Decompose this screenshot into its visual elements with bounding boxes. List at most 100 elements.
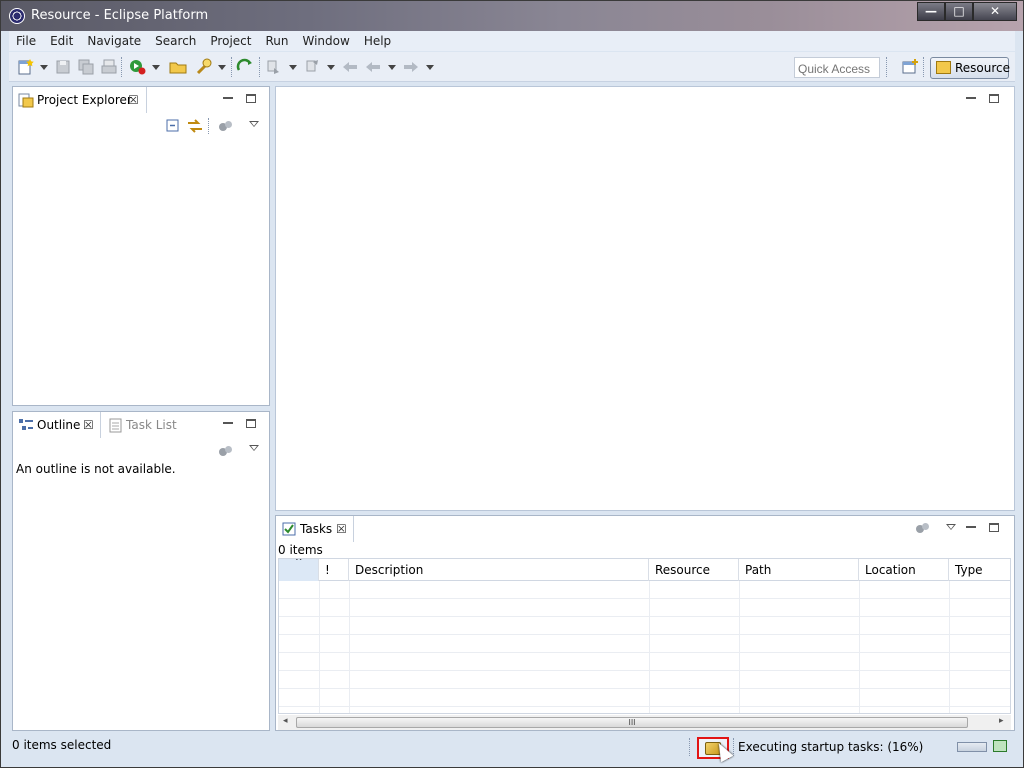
column-header-path[interactable]: Path [739,559,859,581]
table-row[interactable] [279,599,1010,617]
close-icon[interactable]: ☒ [128,93,139,107]
main-toolbar: Resource [9,52,1015,82]
column-divider [319,581,320,713]
table-row[interactable] [279,617,1010,635]
view-menu-icon[interactable] [249,121,259,127]
back-dropdown-icon[interactable] [388,65,396,70]
column-header-priority[interactable]: ! [319,559,349,581]
editor-minimize-icon[interactable] [966,97,976,99]
scroll-left-icon[interactable]: ◂ [283,716,288,726]
menu-window[interactable]: Window [295,34,356,48]
status-separator [689,738,690,756]
progress-bar[interactable] [957,742,987,752]
column-divider [649,581,650,713]
tab-tasks[interactable]: Tasks ☒ [276,516,354,542]
view-menu-icon[interactable] [946,524,956,530]
column-header-description[interactable]: Description [349,559,649,581]
tab-outline[interactable]: Outline ☒ [13,412,101,438]
last-edit-icon[interactable] [341,58,359,76]
background-tasks-icon[interactable] [993,740,1007,752]
link-editor-icon[interactable] [186,117,204,135]
close-window-button[interactable]: ✕ [973,2,1017,21]
column-header-resource[interactable]: Resource [649,559,739,581]
open-perspective-icon[interactable] [901,58,919,76]
refresh-icon[interactable] [236,58,254,76]
print-icon[interactable] [100,58,118,76]
maximize-window-button[interactable]: □ [945,2,973,21]
view-menu-icon[interactable] [249,445,259,451]
column-header-type[interactable]: Type [949,559,1010,581]
maximize-icon[interactable] [246,419,256,428]
new-dropdown-icon[interactable] [40,65,48,70]
table-row[interactable] [279,689,1010,707]
next-annotation-dropdown-icon[interactable] [289,65,297,70]
gears-icon[interactable] [219,446,233,458]
save-all-icon[interactable] [77,58,95,76]
run-icon[interactable] [129,58,147,76]
window-controls: — □ ✕ [917,2,1017,22]
column-divider [859,581,860,713]
eclipse-window: Resource - Eclipse Platform — □ ✕ File E… [0,0,1024,768]
open-icon[interactable] [169,58,187,76]
tasks-tab-label: Tasks [300,522,333,536]
outline-panel: Outline ☒ Task List An outline is not av… [12,411,270,731]
prev-annotation-dropdown-icon[interactable] [327,65,335,70]
project-explorer-icon [18,93,34,108]
table-row[interactable] [279,635,1010,653]
new-icon[interactable] [17,58,35,76]
menu-navigate[interactable]: Navigate [80,34,148,48]
close-icon[interactable]: ☒ [83,418,94,432]
table-row[interactable] [279,581,1010,599]
tasks-horizontal-scrollbar[interactable]: ◂ III ▸ [278,715,1011,730]
search-icon[interactable] [195,58,213,76]
resource-perspective-icon [936,61,951,74]
tab-task-list[interactable]: Task List [105,412,195,438]
table-row[interactable] [279,653,1010,671]
resource-perspective-button[interactable]: Resource [930,57,1010,79]
column-header-completed[interactable]: ^ [279,559,319,581]
column-divider [349,581,350,713]
scroll-right-icon[interactable]: ▸ [999,716,1004,726]
minimize-icon[interactable] [223,97,233,99]
back-icon[interactable] [364,58,382,76]
close-icon[interactable]: ☒ [336,522,347,536]
task-list-tab-label: Task List [126,418,177,432]
forward-dropdown-icon[interactable] [426,65,434,70]
editor-area[interactable] [275,86,1015,511]
scrollbar-thumb[interactable]: III [296,717,968,728]
quick-access-input[interactable] [794,57,880,78]
maximize-icon[interactable] [989,523,999,532]
forward-icon[interactable] [402,58,420,76]
menu-file[interactable]: File [9,34,43,48]
app-icon[interactable] [9,8,25,24]
maximize-icon[interactable] [246,94,256,103]
toolbar-separator [886,57,887,77]
collapse-all-icon[interactable] [165,118,181,134]
tasks-count: 0 items [278,543,323,557]
title-bar[interactable]: Resource - Eclipse Platform — □ ✕ [1,1,1023,31]
search-dropdown-icon[interactable] [218,65,226,70]
menu-run[interactable]: Run [258,34,295,48]
tab-project-explorer[interactable]: Project Explorer ☒ [13,87,147,113]
project-explorer-tab-label: Project Explorer [37,93,132,107]
minimize-icon[interactable] [223,422,233,424]
menu-help[interactable]: Help [357,34,398,48]
gears-icon[interactable] [916,523,930,535]
outline-tab-label: Outline [37,418,81,432]
outline-icon [19,419,33,430]
gears-icon[interactable] [219,121,233,133]
menu-project[interactable]: Project [203,34,258,48]
menu-search[interactable]: Search [148,34,203,48]
next-annotation-icon[interactable] [265,58,283,76]
minimize-icon[interactable] [966,526,976,528]
run-dropdown-icon[interactable] [152,65,160,70]
column-header-location[interactable]: Location [859,559,949,581]
menu-edit[interactable]: Edit [43,34,80,48]
status-bar: 0 items selected Executing startup tasks… [9,735,1015,759]
minimize-window-button[interactable]: — [917,2,945,21]
save-icon[interactable] [54,58,72,76]
table-row[interactable] [279,671,1010,689]
prev-annotation-icon[interactable] [304,58,322,76]
tasks-tabbar: Tasks ☒ [276,516,1014,542]
editor-maximize-icon[interactable] [989,94,999,103]
